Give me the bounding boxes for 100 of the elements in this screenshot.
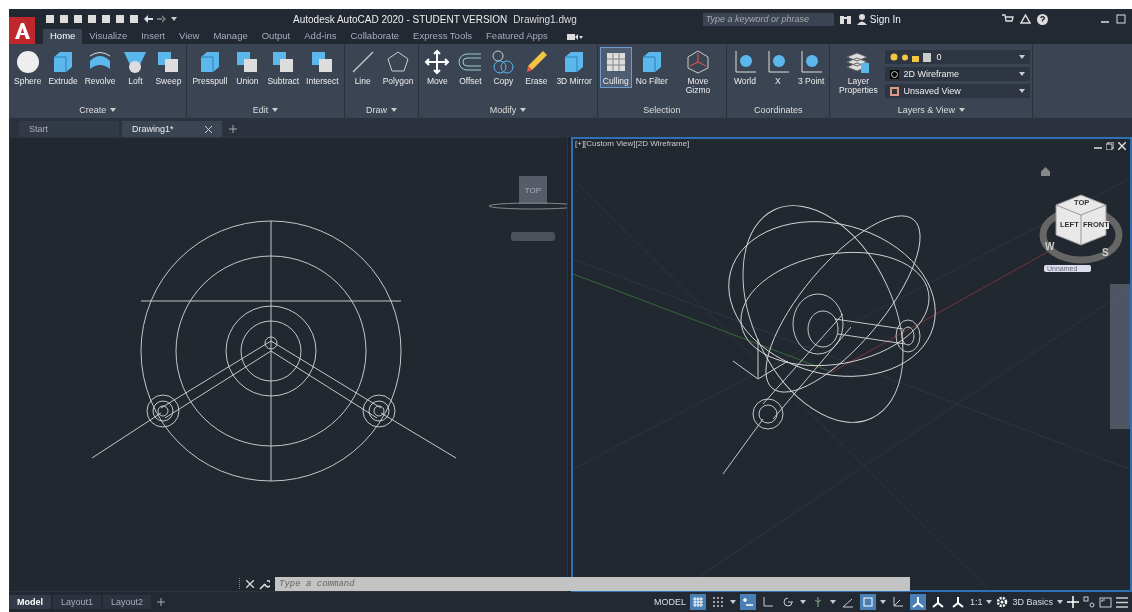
grip-icon[interactable] (238, 578, 241, 590)
cart-icon[interactable] (1002, 14, 1014, 24)
ribbon-tab[interactable]: View (171, 29, 207, 44)
sphere-icon (14, 49, 41, 75)
command-field[interactable]: Type a command (275, 577, 910, 591)
settings-icon[interactable] (996, 596, 1009, 608)
panel-title[interactable]: Coordinates (728, 104, 828, 118)
ribbon-tab[interactable]: Visualize (82, 29, 135, 44)
video-icon[interactable] (566, 32, 583, 41)
status-toggle[interactable] (859, 594, 876, 610)
status-label[interactable]: 3D Basics (1012, 597, 1053, 607)
layer-dropdown[interactable]: 0 (885, 50, 1031, 64)
ribbon-tab[interactable]: Insert (134, 29, 172, 44)
caret-icon[interactable] (1057, 600, 1063, 604)
wrench-icon[interactable] (259, 578, 270, 590)
ribbon-button[interactable]: Copy (487, 47, 520, 89)
ribbon-button[interactable]: Line (346, 47, 379, 89)
close-icon[interactable] (246, 580, 254, 588)
ribbon-tab[interactable]: Featured Apps (479, 29, 555, 44)
ribbon-button[interactable]: 3 Point (794, 47, 828, 89)
caret-icon[interactable] (272, 108, 279, 112)
caret-icon[interactable] (391, 108, 398, 112)
panel-title[interactable]: Selection (599, 104, 724, 118)
fullscreen-icon[interactable] (1099, 596, 1112, 608)
caret-icon[interactable] (729, 600, 736, 604)
layout-tab[interactable]: Layout1 (53, 595, 102, 609)
caret-icon[interactable] (1019, 55, 1026, 59)
caret-icon[interactable] (799, 600, 806, 604)
home-icon[interactable] (1041, 167, 1050, 176)
status-label[interactable]: 1:1 (969, 597, 983, 607)
ribbon-button[interactable]: Erase (520, 47, 553, 89)
caret-icon[interactable] (1019, 89, 1026, 93)
ribbon-tab[interactable]: Collaborate (343, 29, 407, 44)
ribbon-button[interactable]: Loft (119, 47, 152, 89)
panel-title[interactable]: Layers & View (832, 104, 1031, 118)
ribbon-button[interactable]: Presspull (189, 47, 231, 89)
undo-icon[interactable] (143, 14, 153, 24)
compass-letter[interactable]: W (1045, 241, 1055, 252)
caret-icon[interactable] (959, 108, 966, 112)
ribbon-button[interactable]: No Filter (632, 47, 671, 89)
ribbon-tab[interactable]: Express Tools (406, 29, 480, 44)
app-menu-button[interactable] (9, 17, 35, 45)
caret-icon[interactable] (879, 600, 886, 604)
menu-icon[interactable] (1116, 596, 1128, 608)
visual-style-dropdown[interactable]: 2D Wireframe (885, 67, 1031, 81)
ribbon-button[interactable]: Sweep (152, 47, 185, 89)
ribbon-button[interactable]: Move (421, 47, 454, 89)
search-field[interactable]: Type a keyword or phrase (702, 12, 834, 26)
caret-icon[interactable] (171, 17, 177, 21)
ribbon-tab[interactable]: Output (254, 29, 298, 44)
status-label[interactable]: MODEL (653, 597, 686, 607)
help-icon[interactable] (1037, 13, 1048, 25)
ribbon-button[interactable]: Layer Properties (832, 47, 885, 98)
restore-icon[interactable] (1106, 142, 1114, 150)
ribbon-button[interactable]: World (728, 47, 761, 89)
ribbon-button[interactable]: X (761, 47, 794, 89)
ribbon-button[interactable]: Polygon (379, 47, 417, 89)
visual-style-icon (890, 69, 900, 79)
ribbon-tab[interactable]: Add-ins (297, 29, 344, 44)
caret-icon[interactable] (829, 600, 836, 604)
ribbon-button[interactable]: Culling (599, 47, 632, 89)
sign-in-link[interactable]: Sign In (869, 13, 901, 25)
document-tab[interactable]: Start (19, 121, 119, 137)
viewport-label[interactable]: [+][Custom View][2D Wireframe] (575, 139, 690, 148)
layout-tab[interactable]: Layout2 (103, 595, 152, 609)
compass-letter[interactable]: S (1102, 247, 1109, 258)
caret-icon[interactable] (110, 108, 117, 112)
document-tab[interactable]: Drawing1* (122, 121, 222, 137)
ribbon-button[interactable]: Revolve (81, 47, 119, 89)
triangle-icon[interactable] (1020, 14, 1031, 24)
panel-title[interactable]: Create (11, 104, 185, 118)
caret-icon[interactable] (986, 600, 993, 604)
ribbon-tab[interactable]: Home (43, 29, 83, 44)
compass-ring[interactable] (488, 202, 567, 210)
close-icon[interactable] (1118, 142, 1126, 150)
panel-title[interactable]: Draw (346, 104, 417, 118)
ribbon-button[interactable]: 3D Mirror (553, 47, 595, 89)
ribbon-button[interactable]: Offset (454, 47, 487, 89)
shapes-icon[interactable] (1083, 596, 1095, 608)
ribbon-tab[interactable]: Manage (206, 29, 255, 44)
ribbon-button[interactable]: Subtract (264, 47, 303, 89)
ribbon-button[interactable]: Move Gizmo (671, 47, 724, 98)
ribbon-button[interactable]: Extrude (45, 47, 81, 89)
view-dropdown[interactable]: Unsaved View (885, 84, 1031, 98)
maximize-icon[interactable] (1116, 14, 1126, 24)
ribbon-button[interactable]: Sphere (11, 47, 45, 89)
layout-tab[interactable]: Model (9, 595, 51, 609)
status-toggle[interactable] (739, 594, 756, 610)
close-icon[interactable] (205, 125, 212, 133)
binoculars-icon[interactable] (839, 14, 851, 24)
ribbon-button[interactable]: Union (231, 47, 264, 89)
ribbon-button[interactable]: Intersect (303, 47, 342, 89)
status-toggle[interactable] (909, 594, 926, 610)
caret-icon[interactable] (1019, 72, 1026, 76)
layers-icon (845, 49, 872, 75)
panel-title[interactable]: Edit (189, 104, 342, 118)
caret-icon[interactable] (520, 108, 527, 112)
redo-icon[interactable] (157, 14, 167, 24)
status-toggle[interactable] (689, 594, 706, 610)
panel-title[interactable]: Modify (421, 104, 595, 118)
